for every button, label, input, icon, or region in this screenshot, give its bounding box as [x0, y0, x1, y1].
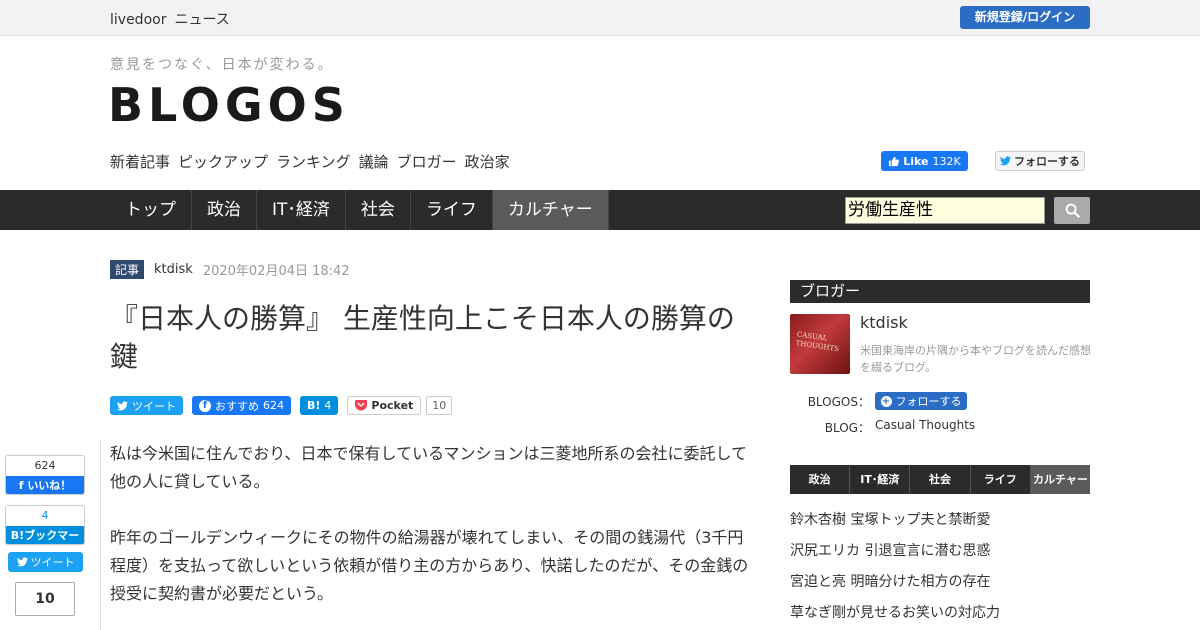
- nav-tab-it-economy[interactable]: IT･経済: [257, 190, 346, 230]
- article-body: 私は今米国に住んでおり、日本で保有しているマンションは三菱地所系の会社に委託して…: [110, 440, 755, 630]
- ranking-item[interactable]: 宮迫と亮 明暗分けた相方の存在: [790, 572, 1090, 603]
- subnav-item-ranking[interactable]: ランキング: [276, 151, 351, 172]
- blogger-avatar[interactable]: CASUAL THOUGHTS: [790, 314, 850, 374]
- fb-like-count: 132K: [932, 154, 961, 168]
- nav-tab-society[interactable]: 社会: [346, 190, 411, 230]
- floating-hatena-count: 4: [6, 506, 84, 526]
- content-divider: [100, 440, 101, 630]
- tw-follow-label: フォローする: [1014, 155, 1080, 168]
- hatena-bookmark-button[interactable]: B! 4: [300, 396, 339, 415]
- brand-news: ニュース: [174, 12, 230, 28]
- article-paragraph: 私は今米国に住んでおり、日本で保有しているマンションは三菱地所系の会社に委託して…: [110, 444, 747, 491]
- hatena-count: 4: [324, 399, 332, 412]
- pocket-count: 10: [426, 396, 453, 415]
- floating-hatena-label: B!ブックマーク: [6, 526, 84, 544]
- sub-navigation: 新着記事 ピックアップ ランキング 議論 ブロガー 政治家: [110, 151, 510, 172]
- nav-tab-politics[interactable]: 政治: [192, 190, 257, 230]
- subnav-item-politician[interactable]: 政治家: [465, 151, 510, 172]
- share-bar: ツイート f おすすめ 624 B! 4 Pocket 10: [110, 396, 453, 415]
- floating-tweet-label: ツイート: [30, 556, 75, 569]
- pocket-button[interactable]: Pocket: [347, 396, 422, 415]
- nav-tab-life[interactable]: ライフ: [411, 190, 493, 230]
- nav-tab-top[interactable]: トップ: [110, 190, 192, 230]
- sidebar-tab-politics[interactable]: 政治: [790, 465, 851, 494]
- fb-recommend-count: 624: [263, 399, 284, 412]
- blogger-name[interactable]: ktdisk: [860, 313, 908, 332]
- top-bar: livedoor ニュース 新規登録/ログイン: [0, 0, 1200, 36]
- login-button[interactable]: 新規登録/ログイン: [960, 6, 1090, 29]
- floating-fb-label-text: いいね！: [27, 479, 72, 492]
- sidebar-tab-it-economy[interactable]: IT･経済: [850, 465, 911, 494]
- twitter-follow-button[interactable]: フォローする: [995, 151, 1085, 171]
- subnav-item-blogger[interactable]: ブロガー: [397, 151, 457, 172]
- twitter-bird-icon: [1000, 156, 1011, 166]
- avatar-text: CASUAL THOUGHTS: [795, 330, 840, 354]
- twitter-bird-icon: [117, 400, 128, 410]
- article-badge: 記事: [110, 260, 145, 279]
- fb-like-label: Like: [903, 154, 929, 168]
- floating-fb-label: f いいね！: [6, 476, 84, 494]
- tweet-button[interactable]: ツイート: [110, 396, 183, 415]
- pocket-label: Pocket: [371, 399, 414, 412]
- floating-fb-count: 624: [6, 456, 84, 476]
- tweet-label: ツイート: [132, 399, 176, 413]
- blogos-follow-button[interactable]: + フォローする: [875, 392, 967, 410]
- twitter-bird-icon: [16, 557, 28, 567]
- floating-tweet-button[interactable]: ツイート: [8, 552, 83, 572]
- article-author[interactable]: ktdisk: [154, 262, 193, 277]
- livedoor-brand[interactable]: livedoor ニュース: [110, 9, 238, 29]
- article-paragraph: 昨年のゴールデンウィークにその物件の給湯器が壊れてしまい、その間の銭湯代（3千円…: [110, 528, 749, 603]
- subnav-item-discussion[interactable]: 議論: [359, 151, 389, 172]
- sidebar-category-tabs: 政治 IT･経済 社会 ライフ カルチャー: [790, 465, 1091, 494]
- ranking-item[interactable]: 鈴木杏樹 宝塚トップ夫と禁断愛: [790, 510, 1090, 541]
- sidebar-ranking-list: 鈴木杏樹 宝塚トップ夫と禁断愛 沢尻エリカ 引退宣言に潜む思惑 宮迫と亮 明暗分…: [790, 510, 1090, 630]
- floating-hatena-bookmark[interactable]: 4 B!ブックマーク: [5, 505, 85, 545]
- ranking-item[interactable]: 沢尻エリカ 引退宣言に潜む思惑: [790, 541, 1090, 572]
- ranking-item[interactable]: 草なぎ剛が見せるお笑いの対応力: [790, 603, 1090, 630]
- article-date: 2020年02月04日 18:42: [202, 264, 350, 279]
- sidebar-tab-life[interactable]: ライフ: [971, 465, 1031, 494]
- blogos-follow-label: フォローする: [895, 395, 962, 408]
- sidebar-tab-society[interactable]: 社会: [910, 465, 971, 494]
- subnav-item-pickup[interactable]: ピックアップ: [178, 151, 268, 172]
- brand-name: livedoor: [110, 12, 167, 28]
- floating-pocket-count[interactable]: 10: [15, 582, 75, 616]
- site-tagline: 意見をつなぐ、日本が変わる。: [110, 57, 334, 73]
- floating-share-bar: 624 f いいね！ 4 B!ブックマーク ツイート 10: [5, 455, 85, 616]
- blog-name-link[interactable]: Casual Thoughts: [875, 418, 975, 432]
- facebook-like-button[interactable]: Like 132K: [881, 151, 968, 171]
- blogger-description: 米国東海岸の片隅から本やブログを読んだ感想を綴るブログ。: [860, 344, 1091, 374]
- hatena-label: B!: [307, 399, 321, 412]
- nav-tab-culture[interactable]: カルチャー: [492, 190, 609, 230]
- article-title: 『日本人の勝算』 生産性向上こそ日本人の勝算の鍵: [110, 302, 735, 373]
- facebook-recommend-button[interactable]: f おすすめ 624: [192, 396, 291, 415]
- floating-facebook-like[interactable]: 624 f いいね！: [5, 455, 85, 495]
- subnav-item-new[interactable]: 新着記事: [110, 151, 170, 172]
- sidebar-blogger-heading: ブロガー: [790, 280, 1090, 303]
- sidebar-tab-culture[interactable]: カルチャー: [1030, 465, 1091, 494]
- site-logo[interactable]: BLOGOS: [108, 78, 350, 132]
- search-input[interactable]: 労働生産性: [845, 197, 1045, 224]
- blogos-label: BLOGOS：: [807, 395, 870, 409]
- thumbs-up-icon: [889, 156, 900, 166]
- pocket-icon: [355, 400, 368, 411]
- fb-recommend-label: おすすめ: [215, 399, 259, 413]
- article-meta: 記事 ktdisk 2020年02月04日 18:42: [110, 260, 350, 279]
- plus-icon: +: [880, 395, 892, 407]
- search-button[interactable]: [1054, 197, 1090, 224]
- facebook-icon: f: [199, 399, 211, 412]
- blog-label: BLOG：: [824, 421, 870, 435]
- search-icon: [1065, 203, 1080, 218]
